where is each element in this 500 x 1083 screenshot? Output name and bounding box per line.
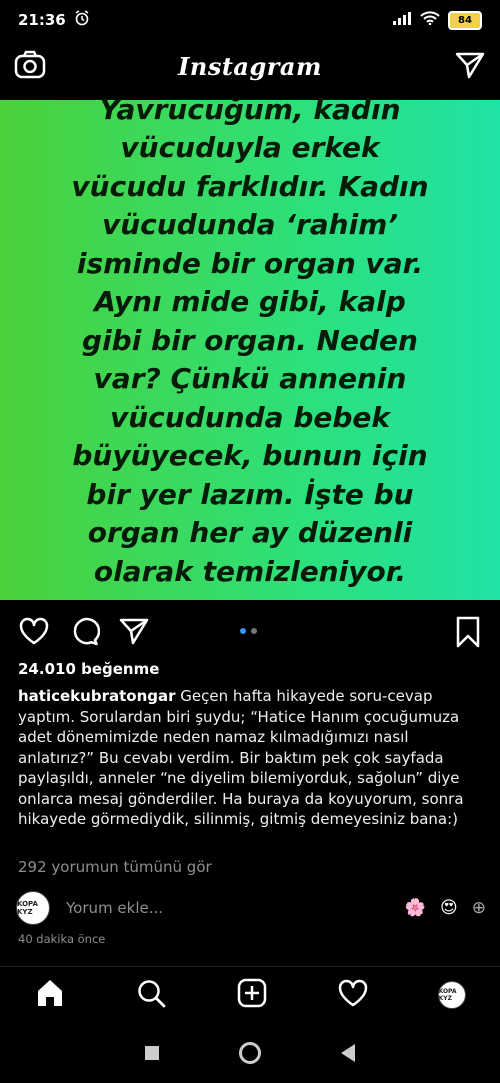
add-comment-row: KOPA KYZ Yorum ekle... 🌸 😍 ⊕	[16, 888, 486, 928]
heart-icon[interactable]	[18, 616, 50, 650]
add-emoji-icon[interactable]: ⊕	[472, 898, 486, 918]
post-actions	[0, 612, 500, 652]
post-caption: haticekubratongar Geçen hafta hikayede s…	[18, 686, 486, 830]
status-bar: 21:36 84	[0, 0, 500, 40]
direct-message-icon[interactable]	[454, 50, 486, 84]
carousel-indicator	[240, 628, 257, 634]
system-nav-bar	[0, 1022, 500, 1083]
instagram-logo: Instagram	[178, 51, 322, 81]
search-icon[interactable]	[135, 977, 167, 1013]
profile-avatar-icon[interactable]: KOPA KYZ	[437, 981, 466, 1009]
status-time: 21:36	[18, 11, 66, 29]
home-icon[interactable]	[34, 977, 66, 1013]
bottom-nav: KOPA KYZ	[0, 966, 500, 1023]
carousel-dot	[251, 628, 257, 634]
share-icon[interactable]	[118, 616, 150, 650]
carousel-dot-active	[240, 628, 246, 634]
caption-text: Geçen hafta hikayede soru-cevap yaptım. …	[18, 687, 464, 828]
avatar-text: KOPA KYZ	[17, 900, 38, 916]
post-timestamp: 40 dakika önce	[18, 932, 106, 946]
home-button[interactable]	[239, 1041, 261, 1064]
wifi-icon	[420, 11, 440, 29]
comment-input[interactable]: Yorum ekle...	[66, 899, 405, 917]
activity-heart-icon[interactable]	[337, 977, 369, 1013]
flower-emoji-button[interactable]: 🌸	[405, 898, 426, 918]
signal-icon	[392, 11, 412, 29]
likes-count[interactable]: 24.010 beğenme	[18, 660, 159, 678]
avatar: KOPA KYZ	[16, 891, 50, 925]
post-image-text: Yavrucuğum, kadın vücuduyla erkek vücudu…	[71, 92, 429, 588]
post-image[interactable]: Yavrucuğum, kadın vücuduyla erkek vücudu…	[0, 93, 500, 600]
profile-avatar-text: KOPA KYZ	[438, 988, 457, 1002]
caption-username[interactable]: haticekubratongar	[18, 687, 176, 705]
bookmark-icon[interactable]	[454, 616, 482, 652]
recent-apps-button[interactable]	[145, 1045, 159, 1060]
app-header: Instagram	[0, 40, 500, 92]
comment-icon[interactable]	[68, 616, 101, 650]
view-all-comments-link[interactable]: 292 yorumun tümünü gör	[18, 858, 212, 876]
alarm-icon	[74, 10, 90, 30]
new-post-icon[interactable]	[236, 977, 268, 1013]
camera-icon[interactable]	[14, 50, 46, 84]
battery-icon: 84	[448, 10, 482, 30]
back-button[interactable]	[341, 1043, 355, 1062]
heart-eyes-emoji-button[interactable]: 😍	[440, 898, 458, 918]
